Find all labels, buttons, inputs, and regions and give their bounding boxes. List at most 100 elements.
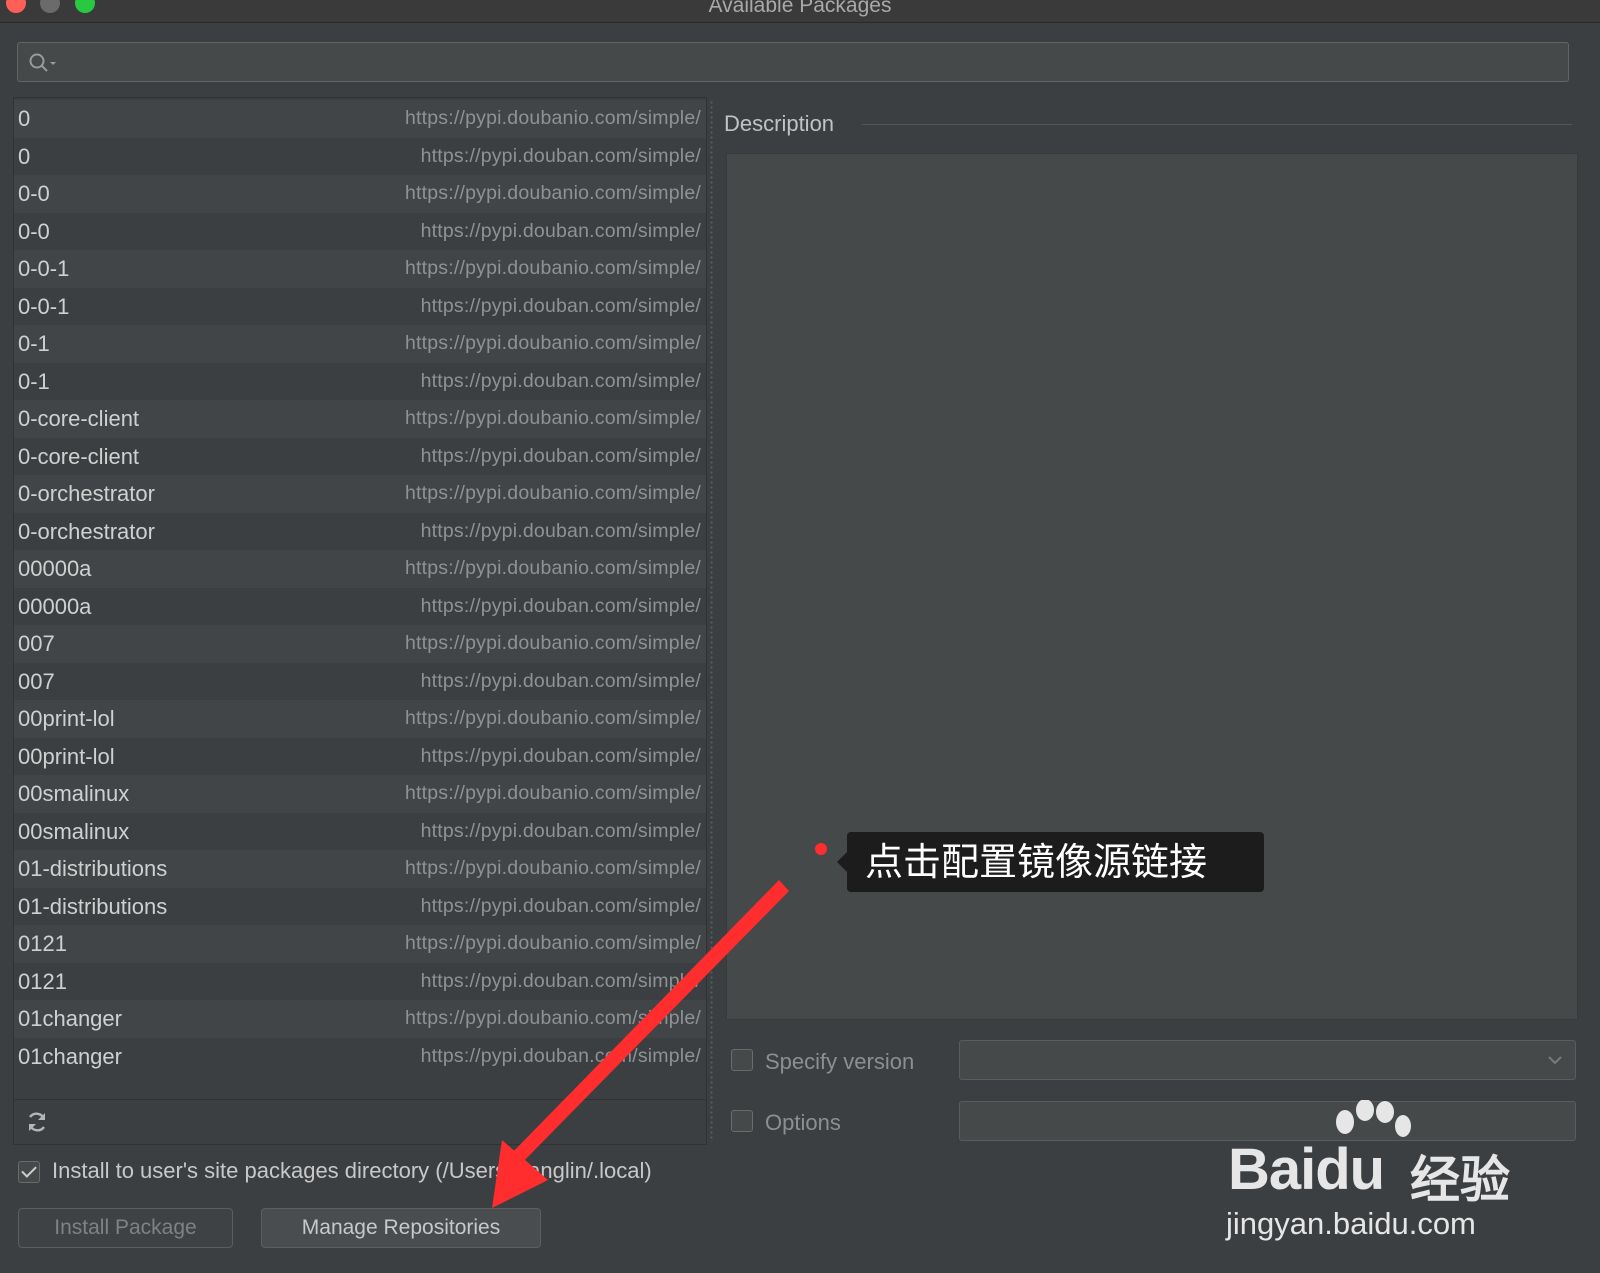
package-row[interactable]: 01changer https://pypi.douban.com/simple/ — [14, 1037, 706, 1075]
install-to-user-label: Install to user's site packages director… — [52, 1158, 652, 1183]
package-list[interactable]: 0 https://pypi.doubanio.com/simple/0 https… — [14, 100, 706, 1075]
package-repository-url: https://pypi.douban.com/simple/ — [420, 669, 701, 692]
package-row[interactable]: 01changer https://pypi.doubanio.com/simpl… — [14, 1000, 706, 1038]
package-row[interactable]: 0-core-client https://pypi.douban.com/sim… — [14, 437, 706, 475]
package-name: 00smalinux — [18, 818, 130, 844]
package-row[interactable]: 0-1 https://pypi.doubanio.com/simple/ — [14, 325, 706, 363]
package-repository-url: https://pypi.douban.com/simple/ — [420, 594, 701, 617]
package-row[interactable]: 0-orchestrator https://pypi.douban.com/si… — [14, 512, 706, 550]
package-row[interactable]: 0-1 https://pypi.douban.com/simple/ — [14, 362, 706, 400]
package-repository-url: https://pypi.douban.com/simple/ — [420, 444, 701, 467]
description-label: Description — [724, 111, 835, 136]
package-repository-url: https://pypi.doubanio.com/simple/ — [404, 932, 701, 954]
package-row[interactable]: 00print-lol https://pypi.doubanio.com/sim… — [14, 700, 706, 738]
package-name: 0-1 — [18, 368, 50, 394]
chevron-down-icon — [1548, 1056, 1562, 1065]
package-name: 007 — [18, 668, 55, 694]
search-input[interactable] — [64, 47, 1558, 79]
package-row[interactable]: 0121 https://pypi.douban.com/simple/ — [14, 962, 706, 1000]
options-checkbox[interactable] — [731, 1110, 753, 1132]
package-repository-url: https://pypi.douban.com/simple/ — [420, 144, 701, 167]
package-name: 0-orchestrator — [18, 481, 155, 506]
package-row[interactable]: 0121 https://pypi.doubanio.com/simple/ — [14, 925, 706, 963]
package-name: 0121 — [18, 968, 67, 994]
package-repository-url: https://pypi.doubanio.com/simple/ — [404, 107, 701, 129]
panel-splitter[interactable] — [709, 100, 714, 1142]
package-name: 0-0 — [18, 181, 50, 206]
watermark-brand: Baidu — [1228, 1137, 1385, 1202]
package-row[interactable]: 00smalinux https://pypi.douban.com/simple… — [14, 812, 706, 850]
package-name: 0-core-client — [18, 406, 140, 431]
description-divider — [862, 124, 1572, 125]
package-name: 0121 — [18, 931, 67, 956]
package-name: 00print-lol — [18, 743, 115, 769]
package-repository-url: https://pypi.douban.com/simple/ — [420, 744, 701, 767]
package-row[interactable]: 01-distributions https://pypi.douban.com/… — [14, 887, 706, 925]
package-repository-url: https://pypi.doubanio.com/simple/ — [404, 332, 701, 354]
package-name: 00print-lol — [18, 706, 115, 731]
package-row[interactable]: 0 https://pypi.douban.com/simple/ — [14, 137, 706, 175]
package-repository-url: https://pypi.douban.com/simple/ — [420, 294, 701, 317]
window-title: Available Packages — [708, 0, 892, 17]
manage-repositories-button[interactable]: Manage Repositories — [261, 1208, 541, 1248]
package-name: 01-distributions — [18, 893, 168, 919]
refresh-icon[interactable] — [25, 1110, 49, 1134]
package-row[interactable]: 007 https://pypi.douban.com/simple/ — [14, 662, 706, 700]
package-row[interactable]: 0-0-1 https://pypi.doubanio.com/simple/ — [14, 250, 706, 288]
package-repository-url: https://pypi.doubanio.com/simple/ — [404, 782, 701, 804]
options-label: Options — [765, 1110, 841, 1135]
package-repository-url: https://pypi.doubanio.com/simple/ — [404, 557, 701, 579]
package-repository-url: https://pypi.douban.com/simple/ — [420, 519, 701, 542]
package-name: 01-distributions — [18, 856, 168, 881]
package-repository-url: https://pypi.douban.com/simple/ — [420, 894, 701, 917]
install-to-user-checkbox[interactable] — [18, 1161, 40, 1183]
package-repository-url: https://pypi.douban.com/simple/ — [420, 969, 701, 992]
package-name: 0 — [18, 143, 31, 169]
annotation-callout: 点击配置镜像源链接 — [837, 832, 1264, 892]
package-name: 0-0-1 — [18, 256, 70, 281]
package-name: 0-orchestrator — [18, 518, 155, 544]
package-repository-url: https://pypi.doubanio.com/simple/ — [404, 482, 701, 504]
watermark-brand-cn: 经验 — [1410, 1151, 1510, 1209]
package-name: 00smalinux — [18, 781, 130, 806]
package-name: 01changer — [18, 1043, 122, 1069]
package-repository-url: https://pypi.doubanio.com/simple/ — [404, 857, 701, 879]
package-repository-url: https://pypi.doubanio.com/simple/ — [404, 257, 701, 279]
package-name: 0 — [18, 106, 31, 131]
package-name: 007 — [18, 631, 55, 656]
list-toolbar — [14, 1099, 706, 1144]
package-row[interactable]: 0-0 https://pypi.doubanio.com/simple/ — [14, 175, 706, 213]
package-row[interactable]: 0-0-1 https://pypi.douban.com/simple/ — [14, 287, 706, 325]
package-row[interactable]: 00000a https://pypi.doubanio.com/simple/ — [14, 550, 706, 588]
package-repository-url: https://pypi.douban.com/simple/ — [420, 819, 701, 842]
package-row[interactable]: 007 https://pypi.doubanio.com/simple/ — [14, 625, 706, 663]
package-name: 0-1 — [18, 331, 50, 356]
specify-version-label: Specify version — [765, 1049, 915, 1074]
package-name: 0-0-1 — [18, 293, 70, 319]
package-repository-url: https://pypi.douban.com/simple/ — [420, 1044, 701, 1067]
baidu-watermark: Baidu 经验 jingyan.baidu.com — [1226, 1100, 1528, 1250]
package-name: 0-core-client — [18, 443, 140, 469]
package-repository-url: https://pypi.doubanio.com/simple/ — [404, 407, 701, 429]
package-row[interactable]: 0-core-client https://pypi.doubanio.com/s… — [14, 400, 706, 438]
package-row[interactable]: 0-0 https://pypi.douban.com/simple/ — [14, 212, 706, 250]
package-row[interactable]: 00000a https://pypi.douban.com/simple/ — [14, 587, 706, 625]
version-select[interactable] — [959, 1040, 1576, 1080]
package-row[interactable]: 00smalinux https://pypi.doubanio.com/simp… — [14, 775, 706, 813]
package-row[interactable]: 01-distributions https://pypi.doubanio.co… — [14, 850, 706, 888]
package-repository-url: https://pypi.doubanio.com/simple/ — [404, 182, 701, 204]
package-search-box[interactable] — [17, 42, 1569, 82]
package-repository-url: https://pypi.douban.com/simple/ — [420, 369, 701, 392]
title-bar: Available Packages — [0, 0, 1600, 23]
search-icon — [29, 53, 56, 72]
package-repository-url: https://pypi.doubanio.com/simple/ — [404, 632, 701, 654]
package-row[interactable]: 0 https://pypi.doubanio.com/simple/ — [14, 100, 706, 138]
package-name: 0-0 — [18, 218, 50, 244]
install-package-button[interactable]: Install Package — [18, 1208, 233, 1248]
watermark-domain: jingyan.baidu.com — [1226, 1206, 1476, 1241]
package-row[interactable]: 0-orchestrator https://pypi.doubanio.com/… — [14, 475, 706, 513]
package-row[interactable]: 00print-lol https://pypi.douban.com/simpl… — [14, 737, 706, 775]
package-list-panel: 0 https://pypi.doubanio.com/simple/0 https… — [13, 97, 707, 1145]
package-repository-url: https://pypi.doubanio.com/simple/ — [404, 1007, 701, 1029]
specify-version-checkbox[interactable] — [731, 1049, 753, 1071]
